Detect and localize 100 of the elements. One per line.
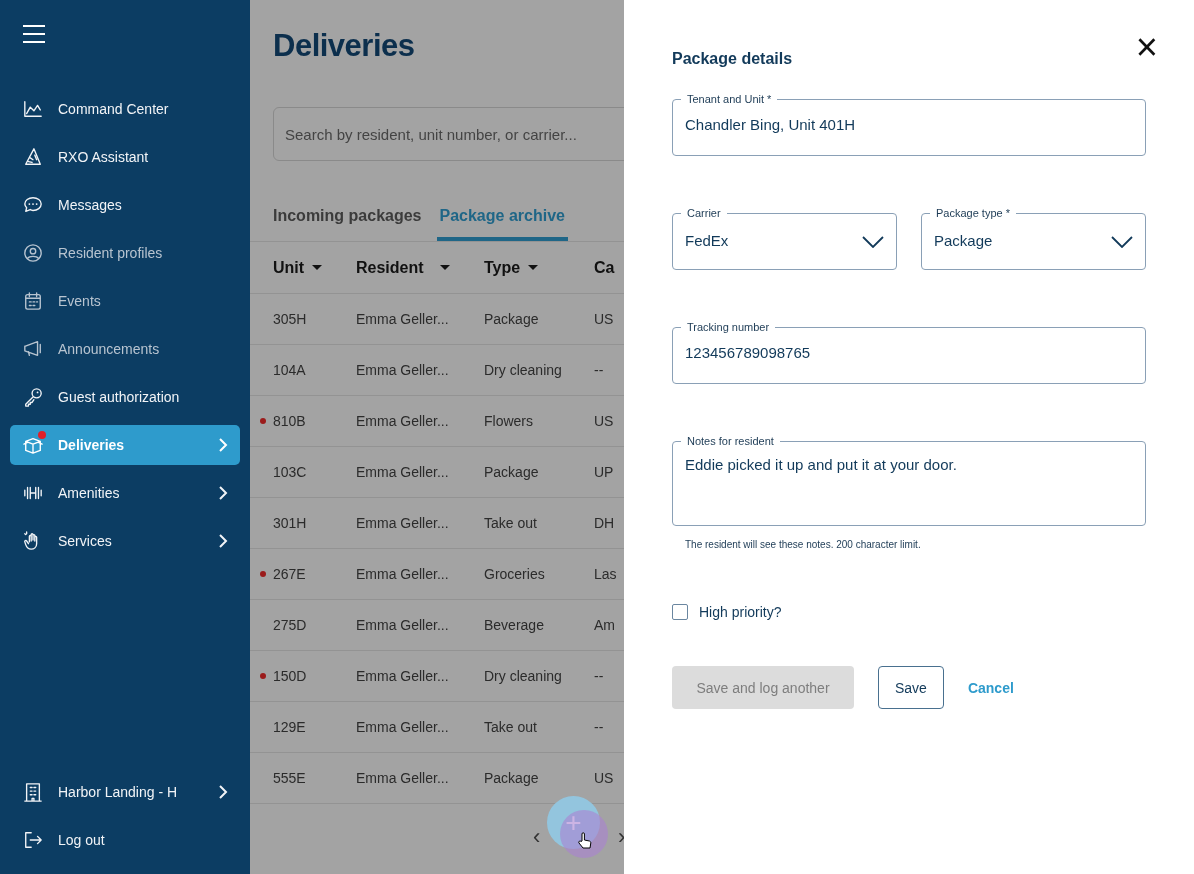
table-cell-text: 267E (273, 566, 307, 582)
field-label: Notes for resident (686, 435, 775, 448)
field-label: Carrier (686, 207, 722, 220)
key-icon (23, 387, 43, 407)
table-cell: -- (594, 362, 604, 378)
table-cell-text: Emma Geller... (356, 311, 450, 327)
table-cell-text: Take out (484, 515, 538, 531)
table-cell: -- (594, 719, 604, 735)
sort-caret-icon (312, 265, 323, 270)
input-field[interactable]: 123456789098765 (685, 332, 1133, 372)
page-title: Deliveries (273, 27, 416, 65)
checkbox-label: High priority? (699, 604, 782, 620)
table-cell: Las (594, 566, 617, 582)
table-cell-text: Emma Geller... (356, 515, 450, 531)
nav-item[interactable]: Announcements (10, 329, 240, 369)
nav-item[interactable]: Log out (10, 820, 240, 860)
table-cell-text: Package (484, 770, 540, 786)
tab[interactable]: Incoming packages (270, 207, 425, 241)
search-field[interactable]: Search by resident, unit number, or carrier... (273, 107, 624, 161)
chevron-right-icon (218, 785, 228, 799)
click-ripple (560, 810, 608, 858)
table-cell: DH (594, 515, 615, 531)
table-cell: US (594, 770, 614, 786)
party-hat-icon (23, 147, 43, 167)
table-cell-text: Take out (484, 719, 538, 735)
notes-field[interactable]: Eddie picked it up and put it at your door. (685, 456, 1133, 480)
next-page-button[interactable]: › (618, 824, 624, 850)
chevron-down-icon (862, 235, 884, 248)
table-cell-text: Emma Geller... (356, 464, 450, 480)
table-cell: Am (594, 617, 615, 633)
nav-item[interactable]: Guest authorization (10, 377, 240, 417)
table-cell-text: Emma Geller... (356, 413, 450, 429)
nav-item[interactable]: Events (10, 281, 240, 321)
user-circle-icon (23, 243, 43, 263)
table-cell-text: Beverage (484, 617, 545, 633)
table-cell-text: Groceries (484, 566, 546, 582)
nav-item[interactable]: RXO Assistant (10, 137, 240, 177)
chat-bubble-icon (23, 195, 43, 215)
calendar-icon (23, 291, 43, 311)
chevron-right-icon (218, 486, 228, 500)
table-cell-text: Emma Geller... (356, 617, 450, 633)
table-cell: -- (594, 668, 604, 684)
nav-item[interactable]: Harbor Landing - H (10, 772, 240, 812)
table-cell: US (594, 311, 614, 327)
nav-item[interactable]: Messages (10, 185, 240, 225)
nav-item[interactable]: Resident profiles (10, 233, 240, 273)
drawer-title: Package details (672, 50, 793, 68)
table-cell-text: Dry cleaning (484, 362, 563, 378)
table-cell-text: Emma Geller... (356, 362, 450, 378)
dropdown[interactable]: Package type * Package (921, 207, 1146, 270)
sort-caret-icon (528, 265, 539, 270)
checkbox[interactable] (672, 604, 688, 620)
input-field[interactable]: Chandler Bing, Unit 401H (685, 104, 1133, 144)
chevron-right-icon (218, 438, 228, 452)
nav-item[interactable]: Amenities (10, 473, 240, 513)
sort-caret-icon (439, 265, 450, 270)
table-cell-text: 810B (273, 413, 307, 429)
table-cell-text: Flowers (484, 413, 534, 429)
building-icon (23, 782, 43, 802)
table-cell-text: Emma Geller... (356, 719, 450, 735)
menu-icon[interactable] (23, 25, 45, 43)
helper-text: The resident will see these notes. 200 character limit. (685, 539, 922, 550)
table-cell: UP (594, 464, 614, 480)
megaphone-icon (23, 339, 43, 359)
table-cell-text: 150D (273, 668, 308, 684)
hand-cursor-icon (578, 832, 592, 850)
column-header: Ca (594, 258, 615, 277)
table-cell-text: Package (484, 311, 540, 327)
field-label: Tenant and Unit * (686, 93, 773, 106)
column-header[interactable]: Resident (356, 258, 484, 277)
table-cell-text: Package (484, 464, 540, 480)
dropdown[interactable]: Package (934, 220, 1111, 261)
table-cell-text: 305H (273, 311, 308, 327)
table-cell-text: 129E (273, 719, 307, 735)
chart-icon (23, 99, 43, 119)
table-cell-text: Emma Geller... (356, 668, 450, 684)
save-button[interactable]: Save (878, 666, 944, 709)
table-cell-text: Emma Geller... (356, 566, 450, 582)
dropdown[interactable]: FedEx (685, 220, 862, 261)
input-field[interactable]: Tracking number 123456789098765 (672, 321, 1146, 384)
table-cell-text: 103C (273, 464, 308, 480)
nav-item[interactable]: Services (10, 521, 240, 561)
table-cell-text: 104A (273, 362, 307, 378)
table-cell-text: Emma Geller... (356, 770, 450, 786)
table-cell-text: Dry cleaning (484, 668, 563, 684)
logout-icon (23, 830, 43, 850)
box-icon (23, 435, 43, 455)
close-button[interactable]: × (1135, 30, 1158, 64)
dropdown[interactable]: Carrier FedEx (672, 207, 897, 270)
previous-page-button[interactable]: ‹ (533, 824, 541, 850)
table-cell-text: 555E (273, 770, 307, 786)
column-header[interactable]: Type (484, 258, 594, 277)
column-header[interactable]: Unit (273, 258, 356, 277)
field-label: Package type * (935, 207, 1011, 220)
table-cell: US (594, 413, 614, 429)
notes-field[interactable]: Notes for resident Eddie picked it up and put it at your door. (672, 435, 1146, 526)
nav-item[interactable]: Command Center (10, 89, 240, 129)
chevron-right-icon (218, 534, 228, 548)
chevron-down-icon (1111, 235, 1133, 248)
input-field[interactable]: Tenant and Unit * Chandler Bing, Unit 401H (672, 93, 1146, 156)
